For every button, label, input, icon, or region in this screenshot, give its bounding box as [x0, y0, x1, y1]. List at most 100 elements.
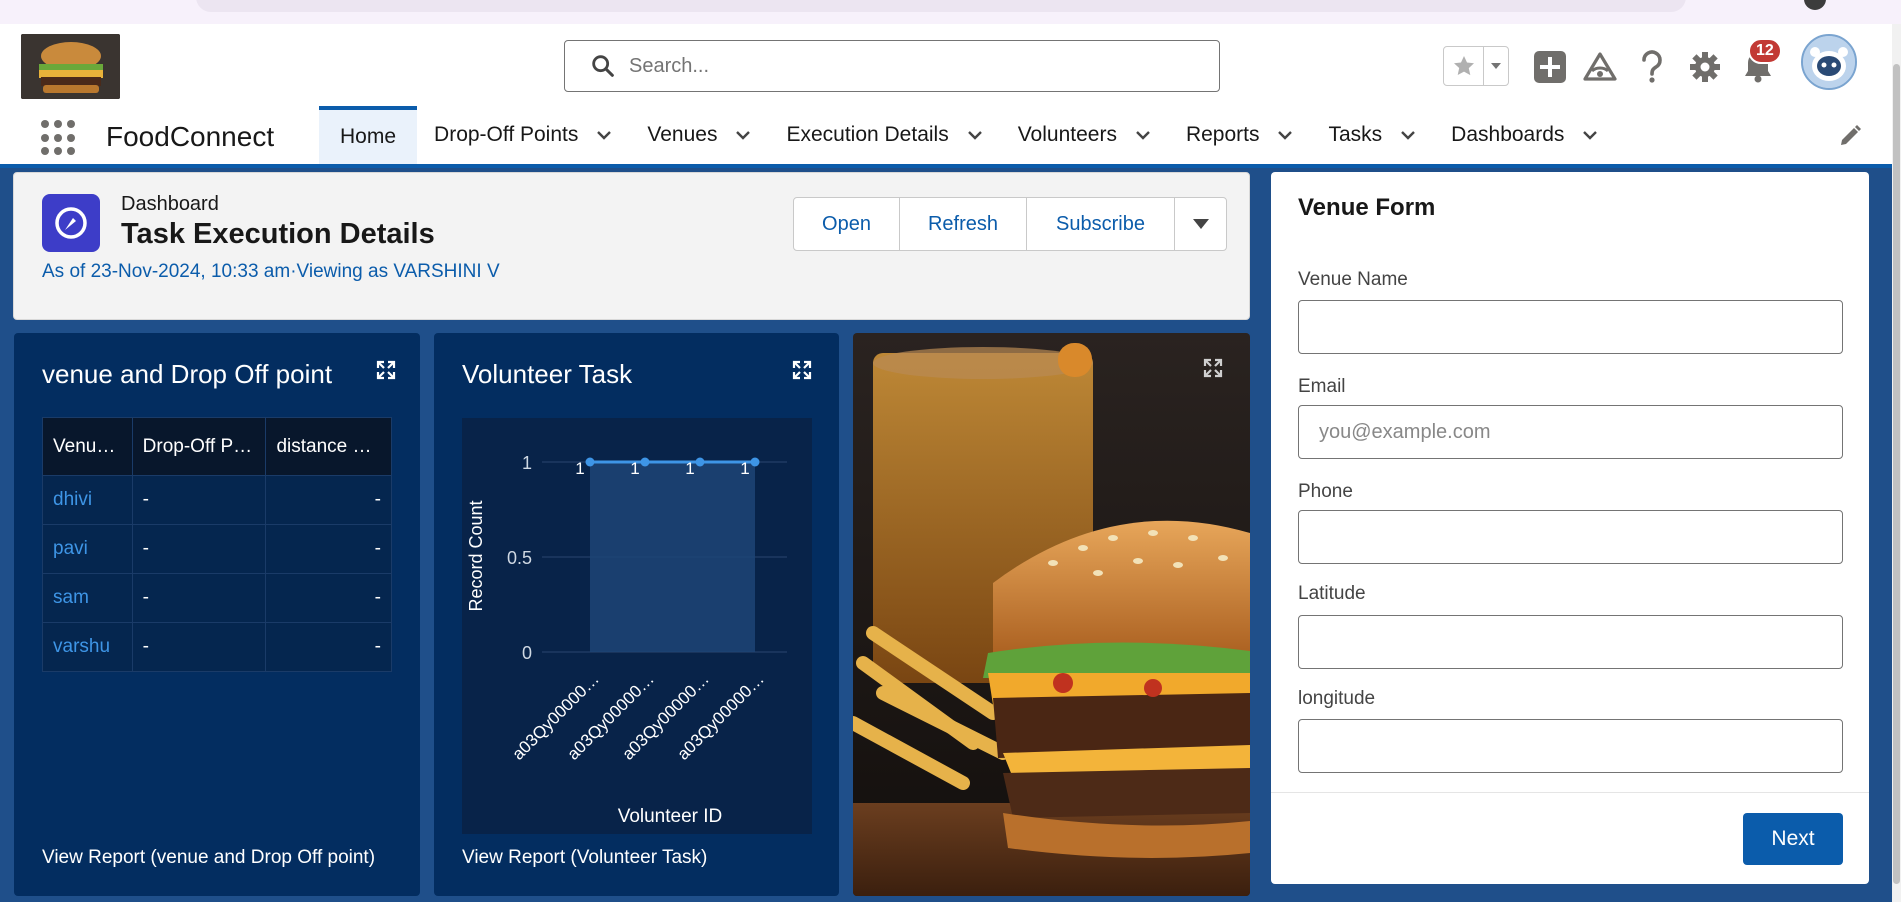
chevron-down-icon[interactable] [1398, 125, 1418, 145]
data-label: 1 [630, 459, 639, 478]
search-placeholder: Search... [629, 54, 710, 77]
chevron-down-icon[interactable] [594, 125, 614, 145]
tab-volunteers[interactable]: Volunteers [1001, 106, 1169, 164]
chevron-down-icon[interactable] [965, 125, 985, 145]
expand-icon[interactable] [375, 359, 397, 381]
data-label: 1 [740, 459, 749, 478]
dashboard-title: Task Execution Details [121, 218, 435, 250]
chevron-down-icon[interactable] [1275, 125, 1295, 145]
chart-area: 1 0.5 0 1 1 1 1 a03Qy00000… a03Qy00000… a03Qy0000… [462, 418, 812, 834]
tab-label: Home [340, 125, 397, 148]
form-divider [1271, 792, 1869, 793]
table-row: sam - - [42, 573, 392, 623]
tab-label: Tasks [1328, 123, 1383, 146]
browser-top-strip [0, 0, 1901, 24]
app-name: FoodConnect [106, 121, 275, 152]
table-cell: - [131, 622, 267, 672]
tab-execution-details[interactable]: Execution Details [769, 106, 1000, 164]
open-button[interactable]: Open [794, 198, 900, 250]
table-cell: - [265, 622, 392, 672]
column-header-venue[interactable]: Venu… [42, 417, 133, 476]
astro-avatar-icon [1803, 36, 1855, 88]
user-avatar[interactable] [1801, 34, 1857, 90]
phone-field[interactable] [1298, 510, 1843, 564]
column-header-drop-off[interactable]: Drop-Off P… [131, 417, 267, 476]
latitude-field[interactable] [1298, 615, 1843, 669]
notification-count-badge: 12 [1748, 38, 1782, 64]
next-button[interactable]: Next [1743, 813, 1843, 865]
chevron-down-icon [1192, 219, 1209, 229]
x-axis-title: Volunteer ID [618, 806, 723, 827]
help-button[interactable] [1633, 48, 1671, 86]
tab-venues[interactable]: Venues [630, 106, 769, 164]
volunteer-task-widget: Volunteer Task 1 0.5 0 1 1 1 1 a03Qy00000… a03Qy… [434, 333, 839, 896]
latitude-label: Latitude [1298, 583, 1366, 604]
data-label: 1 [575, 459, 584, 478]
venue-link[interactable]: sam [42, 573, 133, 623]
venue-form-panel: Venue Form Venue Name Email you@example.… [1271, 172, 1869, 884]
tab-home[interactable]: Home [319, 106, 418, 164]
trailhead-button[interactable] [1581, 48, 1619, 86]
table-cell: - [265, 475, 392, 525]
venue-link[interactable]: pavi [42, 524, 133, 574]
dashboard-as-of-text: As of 23-Nov-2024, 10:33 am·Viewing as V… [42, 261, 500, 282]
chevron-down-icon[interactable] [733, 125, 753, 145]
favorite-star-button[interactable] [1444, 47, 1484, 85]
widget-title: Volunteer Task [462, 359, 633, 389]
app-nav-bar: FoodConnect Home Drop-Off Points Venues … [0, 106, 1892, 168]
longitude-label: longitude [1298, 688, 1376, 709]
table-cell: - [131, 475, 267, 525]
data-point [750, 457, 760, 467]
refresh-button[interactable]: Refresh [900, 198, 1027, 250]
gear-icon [1690, 52, 1720, 82]
longitude-field[interactable] [1298, 719, 1843, 773]
tab-dashboards[interactable]: Dashboards [1434, 106, 1616, 164]
setup-button[interactable] [1686, 48, 1724, 86]
venue-link[interactable]: varshu [42, 622, 133, 672]
app-launcher-icon[interactable] [41, 120, 77, 156]
tab-label: Volunteers [1017, 123, 1117, 146]
email-field[interactable]: you@example.com [1298, 405, 1843, 459]
expand-icon[interactable] [1202, 357, 1224, 379]
tab-label: Drop-Off Points [434, 123, 579, 146]
burger-logo[interactable] [21, 34, 120, 99]
tab-label: Reports [1185, 123, 1260, 146]
venue-link[interactable]: dhivi [42, 475, 133, 525]
tab-drop-off-points[interactable]: Drop-Off Points [417, 106, 630, 164]
help-icon [1642, 50, 1662, 83]
expand-icon[interactable] [791, 359, 813, 381]
browser-profile-icon[interactable] [1804, 0, 1826, 10]
table-row: pavi - - [42, 524, 392, 574]
data-point [585, 457, 595, 467]
browser-address-bar[interactable] [196, 0, 1686, 12]
data-point [640, 457, 650, 467]
favorites-dropdown-button[interactable] [1484, 47, 1508, 85]
y-axis-title: Record Count [466, 500, 486, 611]
chevron-down-icon[interactable] [1580, 125, 1600, 145]
global-actions-button[interactable] [1531, 48, 1569, 86]
burger-image-widget [853, 333, 1250, 896]
view-report-link[interactable]: View Report (venue and Drop Off point) [42, 847, 375, 869]
global-search-input[interactable]: Search... [564, 40, 1220, 92]
global-header: Search... 12 [0, 24, 1892, 110]
widget-title: venue and Drop Off point [42, 359, 333, 389]
edit-nav-pencil-icon[interactable] [1838, 124, 1862, 148]
series-area [590, 462, 755, 652]
scrollbar-thumb[interactable] [1893, 64, 1900, 884]
tab-tasks[interactable]: Tasks [1311, 106, 1434, 164]
y-tick-label: 1 [522, 453, 532, 473]
venue-name-field[interactable] [1298, 300, 1843, 354]
plus-icon [1534, 51, 1566, 83]
table-cell: - [265, 524, 392, 574]
subscribe-button[interactable]: Subscribe [1027, 198, 1175, 250]
tab-reports[interactable]: Reports [1169, 106, 1312, 164]
search-icon [592, 55, 614, 77]
column-header-distance[interactable]: distance … [265, 417, 392, 476]
burger-photo [853, 333, 1250, 896]
chevron-down-icon[interactable] [1133, 125, 1153, 145]
data-point [695, 457, 705, 467]
view-report-link[interactable]: View Report (Volunteer Task) [462, 847, 707, 869]
more-actions-button[interactable] [1175, 198, 1226, 250]
page-scrollbar[interactable] [1892, 24, 1901, 902]
nav-tabs: Home Drop-Off Points Venues Execution De… [319, 106, 1616, 164]
